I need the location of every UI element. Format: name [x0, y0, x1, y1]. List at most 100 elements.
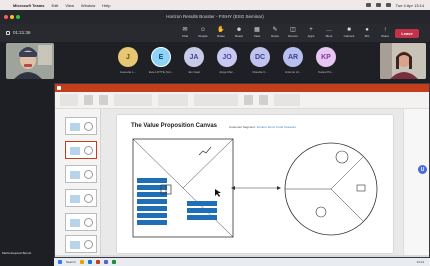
participant-avatar-4[interactable]: JO Jorge Mar...: [214, 47, 240, 74]
shared-screen[interactable]: The Value Proposition Canvas Customer Se…: [54, 83, 430, 258]
participant-avatar-3[interactable]: JA Jan Gast: [181, 47, 207, 74]
screen: Microsoft Teams Edit View Window Help Tu…: [0, 0, 430, 266]
chat-icon: ✉: [182, 27, 188, 33]
folder-icon[interactable]: [79, 260, 84, 264]
ribbon-group[interactable]: [114, 94, 152, 106]
participant-avatar-5[interactable]: DC Claudia C...: [247, 47, 273, 74]
shared-taskbar: Search 13:14: [54, 258, 430, 266]
ribbon-button[interactable]: [259, 95, 268, 105]
meeting-timer-text: 01:21:36: [13, 30, 31, 35]
emoji-icon: ☻: [235, 27, 243, 33]
apps-button[interactable]: + Apps: [304, 27, 318, 38]
participant-name: Jeanette L...: [119, 70, 137, 74]
participant-name: Jan Gast: [187, 70, 200, 74]
pencil-icon: ✎: [272, 27, 278, 33]
menu-edit[interactable]: Edit: [52, 3, 59, 8]
rooms-button[interactable]: ◫ Rooms: [286, 27, 300, 38]
powerpoint-icon: [57, 86, 61, 90]
slide-thumbnail[interactable]: [65, 117, 97, 135]
shield-icon: [6, 30, 10, 35]
person-video-image: [380, 43, 426, 79]
slide-thumbnail[interactable]: [65, 235, 97, 253]
value-proposition-diagram: [132, 138, 378, 238]
participant-video-right[interactable]: [380, 43, 426, 79]
leave-label: Leave: [401, 31, 413, 36]
participant-avatar-6[interactable]: AR Antonio Al...: [280, 47, 306, 74]
powerpoint-taskbar-icon[interactable]: [95, 260, 100, 264]
meeting-timer: 01:21:36: [6, 30, 31, 35]
ellipsis-icon: …: [326, 27, 332, 33]
view-button[interactable]: ▦ View: [250, 27, 264, 38]
teams-taskbar-icon[interactable]: [103, 260, 108, 264]
self-name-label: Marta Esquivel Benoit: [2, 251, 32, 255]
meeting-toolbar: 01:21:36 ✉ Chat ☺ People ✋ Raise ☻ React ▦ Vi…: [0, 24, 430, 42]
search-icon[interactable]: [385, 3, 391, 7]
ribbon-group[interactable]: [60, 94, 78, 106]
participant-name: Jorge Mar...: [219, 70, 235, 74]
menu-window[interactable]: Window: [81, 3, 95, 8]
more-button[interactable]: … More: [322, 27, 336, 38]
slide-thumbnail[interactable]: [65, 213, 97, 231]
share-icon: ↑: [383, 27, 387, 33]
raise-hand-button[interactable]: ✋ Raise: [214, 27, 228, 38]
participant-avatar-2[interactable]: E Eva-LOTTE (Gri...: [148, 47, 174, 74]
camera-icon: ■: [347, 27, 351, 33]
react-button[interactable]: ☻ React: [232, 27, 246, 38]
participant-name: Eva-LOTTE (Gri...: [148, 70, 174, 74]
current-slide[interactable]: The Value Proposition Canvas Customer Se…: [117, 115, 393, 253]
ribbon-group[interactable]: [158, 94, 188, 106]
ribbon-group[interactable]: [274, 94, 300, 106]
person-video-image: [6, 43, 54, 79]
share-button[interactable]: ↑ Share: [378, 27, 392, 38]
participant-name: Kaisa Pro...: [318, 70, 334, 74]
avatar: KP: [316, 47, 336, 67]
participant-avatar-7[interactable]: KP Kaisa Pro...: [313, 47, 339, 74]
grid-icon: ▦: [254, 27, 260, 33]
window-title: Horizon Results Booster - FISHY (ESG Sem…: [166, 14, 264, 19]
slide-thumbnail[interactable]: [65, 165, 97, 183]
ribbon-button[interactable]: [99, 95, 108, 105]
avatar: JA: [184, 47, 204, 67]
avatar: JO: [217, 47, 237, 67]
slide-thumbnail[interactable]: [65, 189, 97, 207]
menu-app-name[interactable]: Microsoft Teams: [13, 3, 45, 8]
browser-icon[interactable]: [87, 260, 92, 264]
battery-icon[interactable]: [375, 3, 381, 7]
camera-button[interactable]: ■ Camera: [342, 27, 356, 38]
menubar-status: Tue 4 Apr 13:14: [365, 3, 424, 8]
windows-start-icon[interactable]: [58, 260, 62, 264]
avatar: J: [118, 47, 138, 67]
participant-name: Claudia C...: [252, 70, 268, 74]
taskbar-search[interactable]: Search: [66, 260, 76, 264]
ppt-ribbon-tabs: [55, 84, 429, 92]
people-button[interactable]: ☺ People: [196, 27, 210, 38]
avatar: DC: [250, 47, 270, 67]
slide-thumbnail[interactable]: [65, 141, 97, 159]
ribbon-button[interactable]: [244, 95, 253, 105]
participant-avatar-1[interactable]: J Jeanette L...: [115, 47, 141, 74]
excel-taskbar-icon[interactable]: [111, 260, 116, 264]
menubar-clock[interactable]: Tue 4 Apr 13:14: [396, 3, 424, 8]
ppt-side-pane: [403, 109, 429, 257]
avatar: E: [151, 47, 171, 67]
hand-icon: ✋: [217, 27, 225, 33]
ribbon-button[interactable]: [84, 95, 93, 105]
menu-help[interactable]: Help: [102, 3, 110, 8]
mic-button[interactable]: ● Mic: [360, 27, 374, 38]
ribbon-group[interactable]: [194, 94, 238, 106]
avatar: AR: [283, 47, 303, 67]
people-icon: ☺: [199, 27, 207, 33]
notes-button[interactable]: ✎ Notes: [268, 27, 282, 38]
leave-button[interactable]: Leave: [395, 29, 419, 38]
chat-button[interactable]: ✉ Chat: [178, 27, 192, 38]
slide-thumbnails: [55, 109, 101, 257]
participant-video-left[interactable]: [6, 43, 54, 79]
ppt-ribbon: [55, 92, 429, 109]
floating-user-button[interactable]: U: [418, 165, 427, 174]
rooms-icon: ◫: [290, 27, 296, 33]
taskbar-clock[interactable]: 13:14: [416, 260, 430, 264]
menu-view[interactable]: View: [65, 3, 74, 8]
wifi-icon[interactable]: [365, 3, 371, 7]
ppt-status-bar: [55, 255, 429, 257]
mic-icon: ●: [365, 27, 369, 33]
